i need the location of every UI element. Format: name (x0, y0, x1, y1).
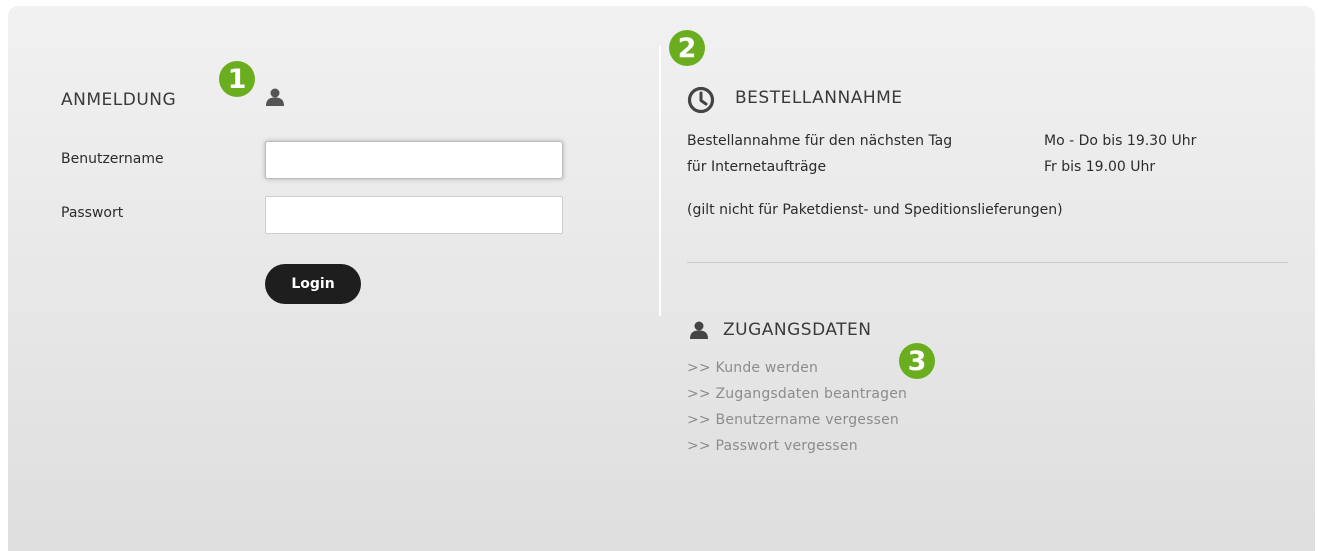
column-divider (659, 46, 661, 316)
login-title: ANMELDUNG (61, 90, 177, 110)
link-forgot-password[interactable]: >> Passwort vergessen (687, 438, 858, 454)
password-input[interactable] (265, 196, 563, 234)
access-title: ZUGANGSDATEN (723, 320, 872, 340)
link-become-customer[interactable]: >> Kunde werden (687, 360, 818, 376)
link-forgot-username[interactable]: >> Benutzername vergessen (687, 412, 899, 428)
order-hours-fr: Fr bis 19.00 Uhr (1044, 159, 1156, 175)
order-text-line2: für Internetaufträge (687, 159, 827, 175)
login-button[interactable]: Login (265, 264, 361, 304)
login-panel: ANMELDUNG 1 Benutzername Passwort Login … (8, 6, 1315, 551)
user-icon (689, 321, 709, 339)
step-marker-3: 3 (899, 343, 935, 379)
order-text-line1: Bestellannahme für den nächsten Tag (687, 133, 953, 149)
step-marker-1: 1 (219, 61, 255, 97)
link-request-access[interactable]: >> Zugangsdaten beantragen (687, 386, 907, 402)
order-title: BESTELLANNAHME (735, 88, 903, 108)
order-note: (gilt nicht für Paketdienst- und Spediti… (687, 202, 1063, 218)
user-icon (265, 88, 285, 106)
order-hours-mo-do: Mo - Do bis 19.30 Uhr (1044, 133, 1197, 149)
section-divider (687, 262, 1288, 263)
clock-icon (687, 86, 715, 114)
step-marker-2: 2 (669, 30, 705, 66)
username-label: Benutzername (61, 151, 164, 167)
password-label: Passwort (61, 205, 124, 221)
username-input[interactable] (265, 141, 563, 179)
